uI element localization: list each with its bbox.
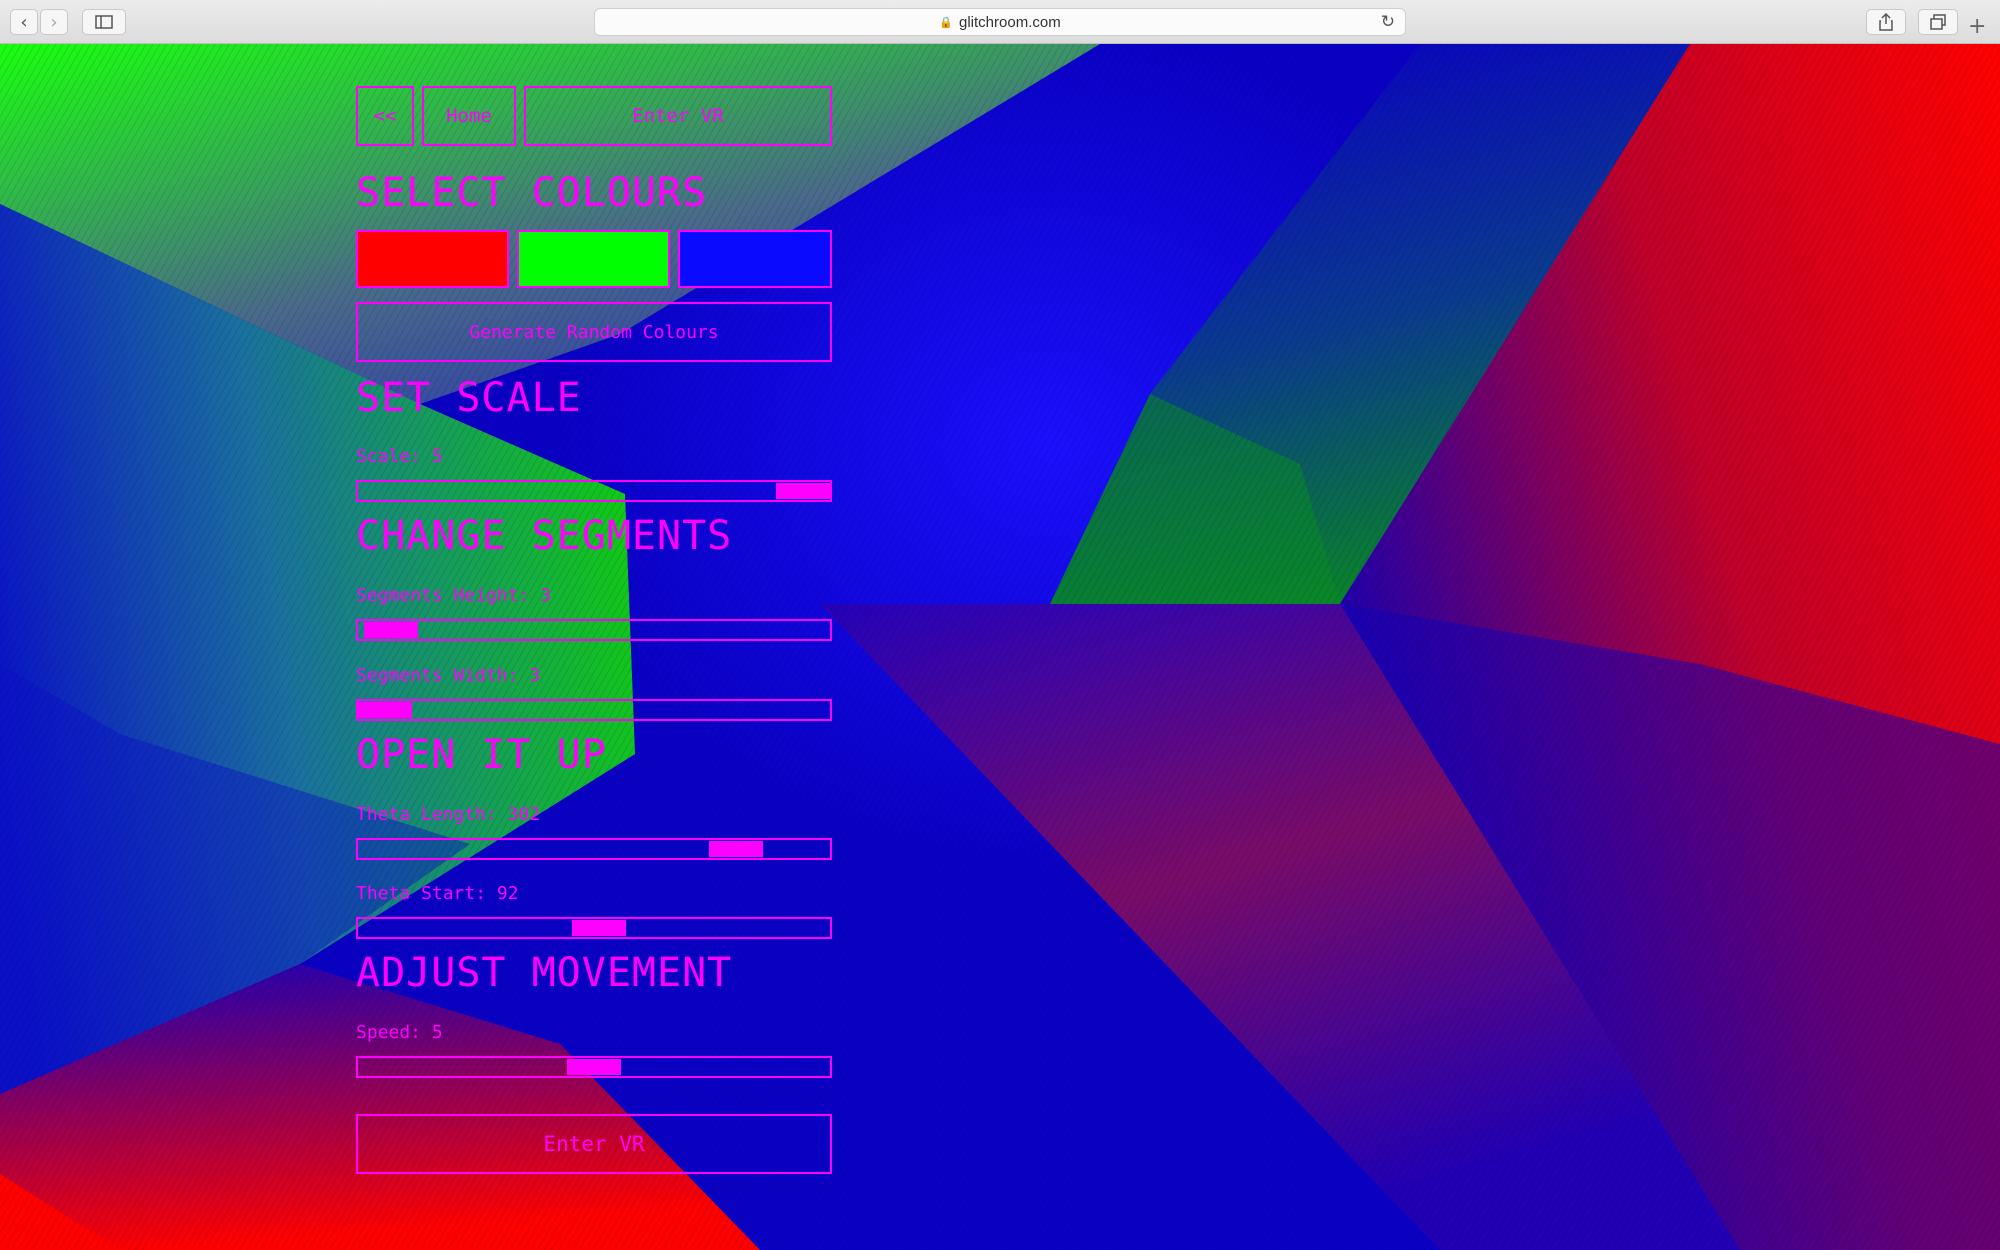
colour-swatch-3[interactable] [678, 230, 832, 288]
segments-width-label: Segments Width: 3 [356, 665, 541, 686]
generate-random-colours-button[interactable]: Generate Random Colours [356, 302, 832, 362]
select-colours-heading: SELECT COLOURS [356, 170, 708, 216]
colour-swatch-1[interactable] [356, 230, 509, 288]
scale-slider-thumb[interactable] [776, 483, 830, 499]
url-text: glitchroom.com [959, 13, 1061, 31]
theta-length-label: Theta Length: 302 [356, 804, 541, 825]
sidebar-toggle-icon[interactable] [82, 9, 126, 35]
segments-height-slider[interactable] [356, 619, 832, 641]
lock-icon: 🔒 [939, 16, 953, 29]
enter-vr-top-button[interactable]: Enter VR [524, 86, 832, 146]
back-button[interactable]: << [356, 86, 414, 146]
theta-start-slider[interactable] [356, 917, 832, 939]
set-scale-heading: SET SCALE [356, 375, 582, 421]
change-segments-heading: CHANGE SEGMENTS [356, 513, 733, 559]
segments-height-slider-thumb[interactable] [364, 622, 419, 638]
colour-swatch-2[interactable] [517, 230, 670, 288]
open-it-up-heading: OPEN IT UP [356, 732, 607, 778]
tabs-overview-icon[interactable] [1918, 9, 1958, 35]
share-icon[interactable] [1866, 9, 1906, 35]
browser-back-icon[interactable]: ‹ [10, 9, 38, 35]
segments-width-slider[interactable] [356, 699, 832, 721]
new-tab-icon[interactable]: + [1968, 14, 1986, 39]
browser-toolbar: ‹ › 🔒 glitchroom.com ↻ + [0, 0, 2000, 44]
speed-slider[interactable] [356, 1056, 832, 1078]
scale-label: Scale: 5 [356, 446, 443, 467]
reload-icon[interactable]: ↻ [1381, 12, 1395, 32]
speed-slider-thumb[interactable] [567, 1059, 621, 1075]
address-bar[interactable]: 🔒 glitchroom.com ↻ [594, 8, 1406, 36]
home-button[interactable]: Home [422, 86, 516, 146]
speed-label: Speed: 5 [356, 1022, 443, 1043]
enter-vr-bottom-button[interactable]: Enter VR [356, 1114, 832, 1174]
browser-forward-icon[interactable]: › [40, 9, 68, 35]
theta-length-slider-thumb[interactable] [708, 841, 763, 857]
theta-length-slider[interactable] [356, 838, 832, 860]
segments-width-slider-thumb[interactable] [358, 702, 412, 718]
segments-height-label: Segments Height: 3 [356, 585, 552, 606]
vr-scene-canvas[interactable] [0, 44, 2000, 1250]
theta-start-slider-thumb[interactable] [571, 920, 626, 936]
theta-start-label: Theta Start: 92 [356, 883, 519, 904]
adjust-movement-heading: ADJUST MOVEMENT [356, 950, 733, 996]
scale-slider[interactable] [356, 480, 832, 502]
